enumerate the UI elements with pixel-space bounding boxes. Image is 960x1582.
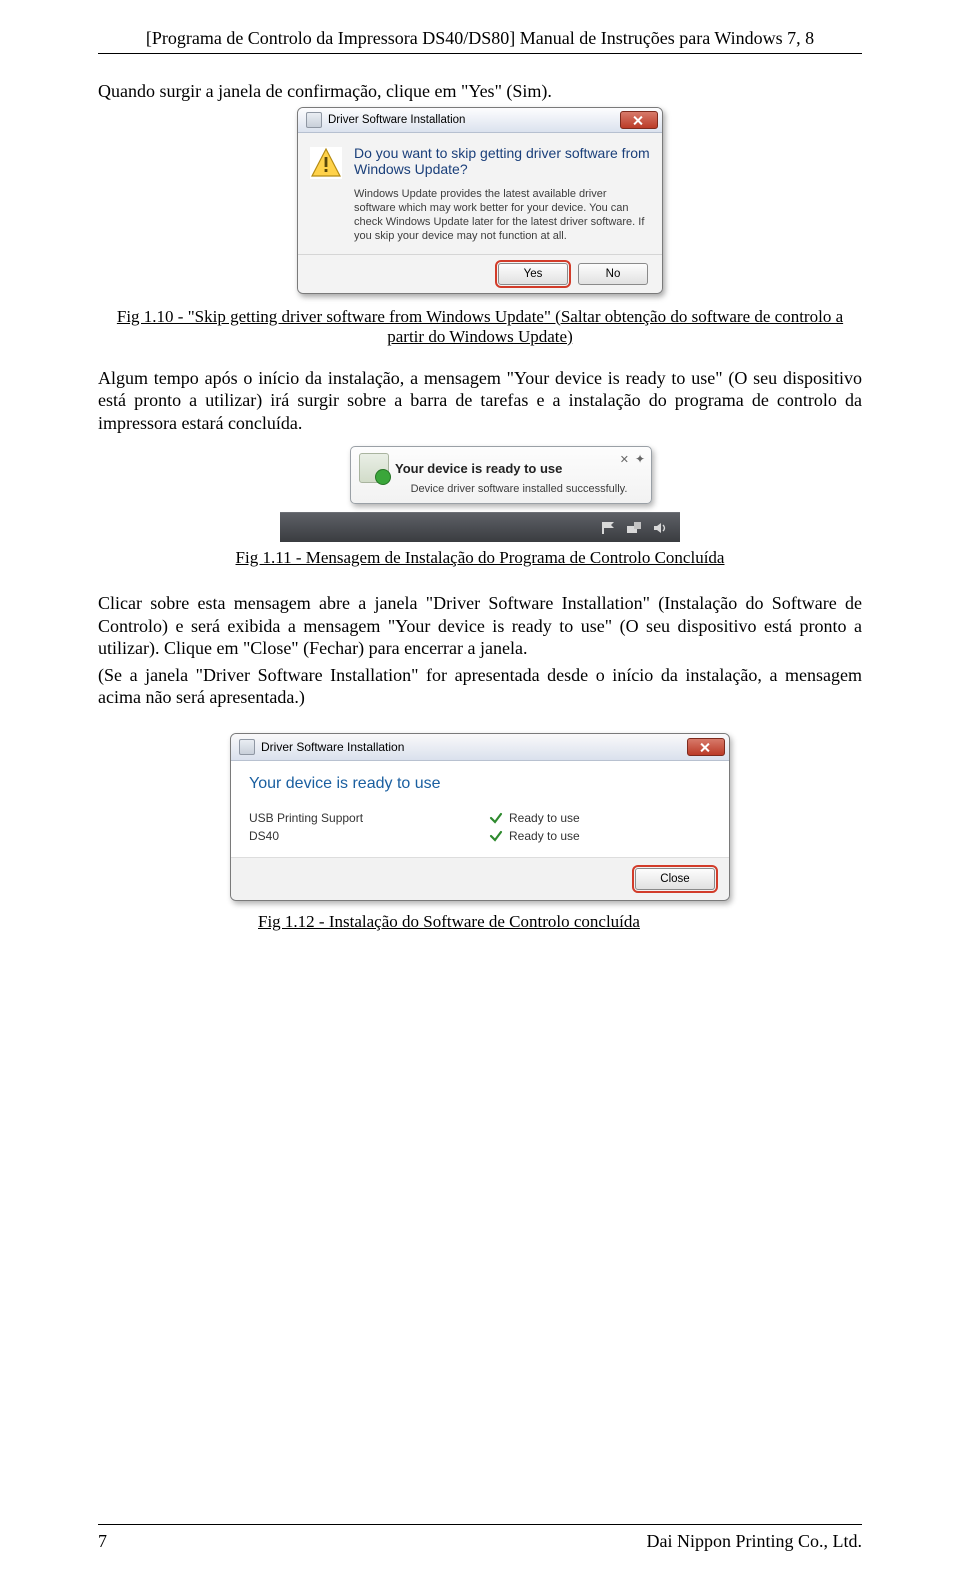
para-after-110: Algum tempo após o início da instalação,… [98, 367, 862, 435]
device-name: USB Printing Support [249, 811, 489, 825]
dialog3-title-text: Driver Software Installation [261, 740, 404, 754]
close-icon[interactable] [687, 738, 725, 756]
installer-icon [239, 739, 255, 755]
notification-balloon[interactable]: ✦ ✕ Your device is ready to use Device d… [350, 446, 652, 504]
device-status: Ready to use [509, 829, 711, 843]
speaker-icon[interactable] [652, 520, 668, 536]
taskbar [280, 512, 680, 542]
taskbar-notification-figure: ✦ ✕ Your device is ready to use Device d… [280, 446, 680, 542]
dialog1-titlebar: Driver Software Installation [298, 108, 662, 133]
dialog3-heading: Your device is ready to use [249, 775, 711, 793]
installer-icon [306, 112, 322, 128]
body-text-block-1: Quando surgir a janela de confirmação, c… [98, 80, 862, 103]
dialog1-heading: Do you want to skip getting driver softw… [354, 145, 650, 177]
document-header: [Programa de Controlo da Impressora DS40… [98, 28, 862, 54]
para-after-111-b: (Se a janela "Driver Software Installati… [98, 664, 862, 709]
caption-fig-1-11: Fig 1.11 - Mensagem de Instalação do Pro… [98, 548, 862, 568]
checkmark-icon [489, 811, 503, 825]
company-name: Dai Nippon Printing Co., Ltd. [647, 1531, 863, 1552]
checkmark-icon [489, 829, 503, 843]
device-row: DS40 Ready to use [249, 827, 711, 845]
gear-icon[interactable]: ✦ [635, 452, 645, 466]
network-icon[interactable] [626, 520, 642, 536]
body-text-block-2: Algum tempo após o início da instalação,… [98, 367, 862, 435]
flag-icon[interactable] [600, 520, 616, 536]
para-after-111-a: Clicar sobre esta mensagem abre a janela… [98, 592, 862, 660]
para-intro-1: Quando surgir a janela de confirmação, c… [98, 80, 862, 103]
body-text-block-3: Clicar sobre esta mensagem abre a janela… [98, 592, 862, 709]
balloon-title: Your device is ready to use [395, 461, 562, 476]
caption-fig-1-12: Fig 1.12 - Instalação do Software de Con… [98, 912, 862, 932]
device-row: USB Printing Support Ready to use [249, 809, 711, 827]
dialog1-title-text: Driver Software Installation [328, 114, 465, 126]
warning-icon [310, 147, 342, 179]
close-icon[interactable] [620, 111, 658, 129]
close-icon[interactable]: ✕ [620, 453, 629, 466]
page-footer: 7 Dai Nippon Printing Co., Ltd. [98, 1524, 862, 1552]
dialog3-titlebar: Driver Software Installation [231, 734, 729, 761]
page-number: 7 [98, 1531, 107, 1552]
no-button[interactable]: No [578, 263, 648, 285]
caption-fig-1-10: Fig 1.10 - "Skip getting driver software… [98, 307, 862, 347]
balloon-subtitle: Device driver software installed success… [395, 483, 643, 495]
dialog-install-complete: Driver Software Installation Your device… [230, 733, 730, 901]
dialog1-body-text: Windows Update provides the latest avail… [354, 187, 650, 244]
close-button[interactable]: Close [635, 868, 715, 890]
device-name: DS40 [249, 829, 489, 843]
device-ready-icon [359, 453, 389, 483]
device-status: Ready to use [509, 811, 711, 825]
yes-button[interactable]: Yes [498, 263, 568, 285]
dialog-skip-driver: Driver Software Installation Do you want… [297, 107, 663, 294]
